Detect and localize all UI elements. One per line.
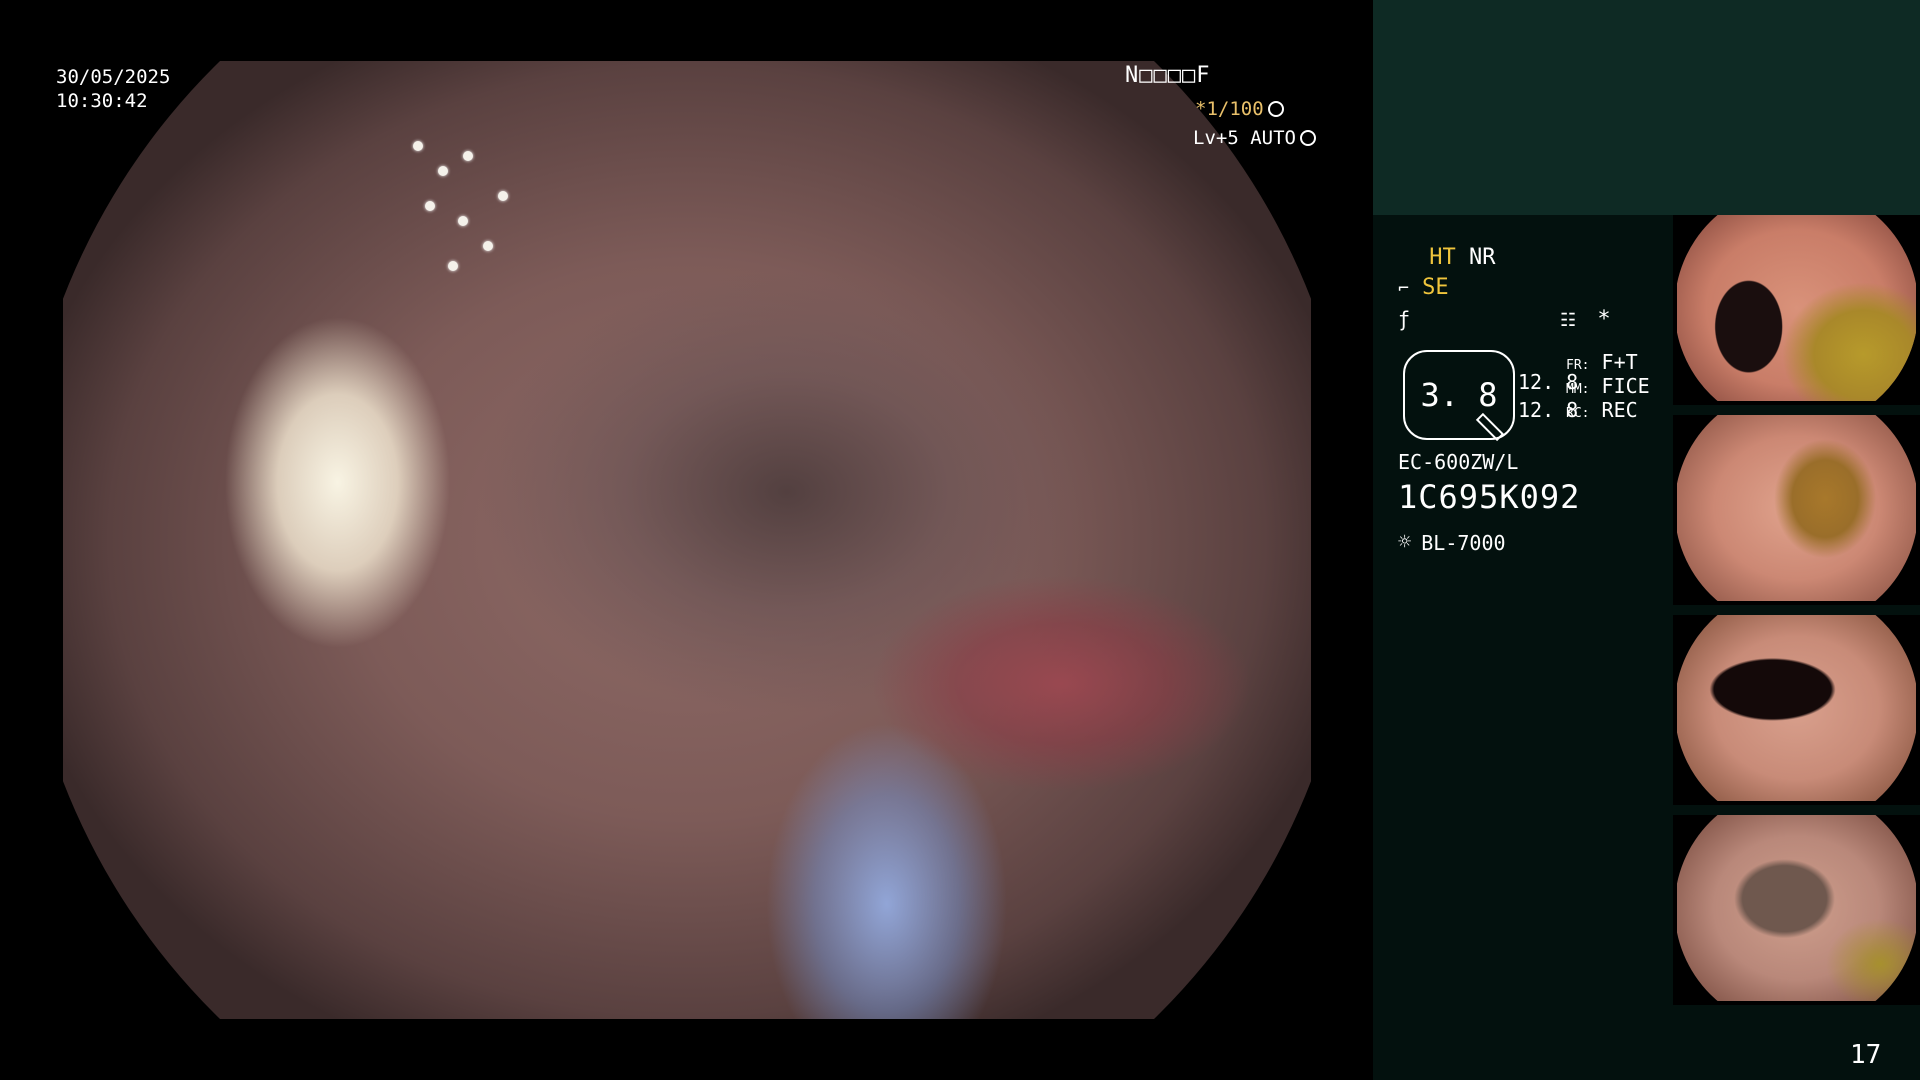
mode-star: * <box>1597 307 1611 332</box>
settings-list-icon: ☷ <box>1560 310 1577 331</box>
scope-curve-icon: ⌐ <box>1398 278 1409 299</box>
light-bulb-icon: ☼ <box>1398 530 1412 555</box>
scope-model: EC-600ZW/L <box>1398 450 1519 474</box>
endoscope-live-image <box>63 61 1311 1019</box>
zoom-value: 3. 8 <box>1420 376 1498 414</box>
timestamp: 30/05/2025 10:30:42 <box>56 65 170 113</box>
auto-level-icon <box>1299 130 1316 146</box>
fr-value: F+T <box>1601 350 1638 374</box>
rc-value: REC <box>1601 398 1638 422</box>
shutter-row: *1/100 <box>1195 98 1284 120</box>
thumbnail-4[interactable] <box>1673 815 1920 1005</box>
level-row: Lv+5 AUTO <box>1193 127 1316 149</box>
freeze-icon: ƒ <box>1398 307 1411 331</box>
bubble-cluster <box>403 121 543 301</box>
thumbnail-2[interactable] <box>1673 415 1920 605</box>
time-text: 10:30:42 <box>56 90 148 112</box>
scope-id-text: N□□□□F <box>1125 63 1211 88</box>
se-label: SE <box>1422 275 1449 300</box>
page-number: 17 <box>1850 1040 1882 1070</box>
shutter-aperture-icon <box>1267 101 1284 117</box>
thumbnail-strip <box>1673 215 1920 1015</box>
mm-label: MM: <box>1566 382 1590 397</box>
fr-label: FR: <box>1566 358 1590 373</box>
thumbnail-1[interactable] <box>1673 215 1920 405</box>
panel-header <box>1373 0 1920 215</box>
endoscopy-view: 30/05/2025 10:30:42 N□□□□F *1/100 Lv+5 A… <box>0 0 1373 1080</box>
side-panel: HT NR ⌐ SE ƒ ☷ * 3. 8 12. 8 12. 8 FR: F+… <box>1373 0 1920 1080</box>
zoom-indicator: 3. 8 <box>1403 350 1515 442</box>
serial-number: 1C695K092 <box>1398 478 1581 516</box>
ht-label: HT <box>1429 245 1456 270</box>
thumbnail-3[interactable] <box>1673 615 1920 805</box>
rc-label: RC: <box>1566 406 1590 421</box>
level-text: Lv+5 AUTO <box>1193 127 1296 149</box>
shutter-text: *1/100 <box>1195 98 1264 120</box>
date-text: 30/05/2025 <box>56 66 171 88</box>
mm-value: FICE <box>1601 374 1650 398</box>
light-source-text: BL-7000 <box>1421 530 1506 555</box>
nr-label: NR <box>1469 245 1496 270</box>
light-source: ☼ BL-7000 <box>1398 530 1506 555</box>
zoom-pencil-icon <box>1475 412 1505 442</box>
